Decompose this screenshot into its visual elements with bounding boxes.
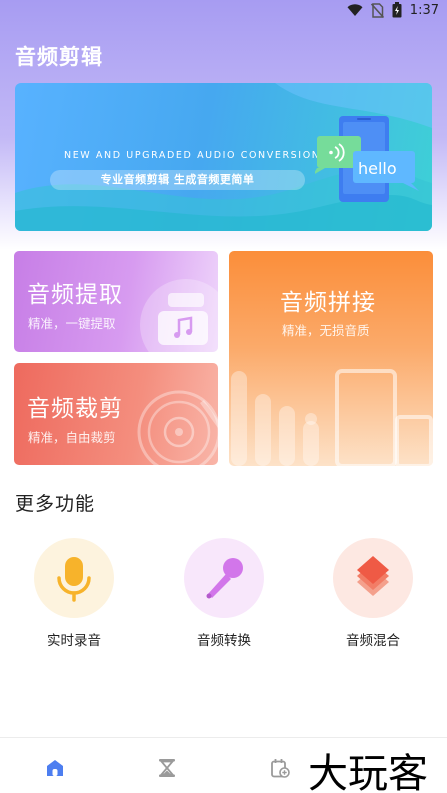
- banner-tagline: 专业音频剪辑 生成音频更简单: [50, 170, 305, 190]
- feature-label: 音频转换: [197, 633, 251, 649]
- layers-icon: [357, 556, 389, 596]
- tab-tasks[interactable]: [270, 758, 290, 782]
- calendar-add-icon: [271, 759, 290, 778]
- disc-icon: [137, 390, 218, 465]
- hourglass-icon: [159, 759, 175, 777]
- audio-extract-title: 音频提取: [27, 282, 123, 308]
- audio-extract-subtitle: 精准，一键提取: [28, 316, 116, 331]
- status-time: 1:37: [409, 2, 439, 18]
- audio-join-card[interactable]: 音频拼接 精准，无损音质: [229, 251, 433, 466]
- music-file-icon: [140, 279, 218, 352]
- tab-home[interactable]: [45, 758, 65, 782]
- status-icons: 1:37: [347, 2, 439, 18]
- audio-cut-title: 音频裁剪: [27, 396, 123, 422]
- tab-history[interactable]: [158, 758, 176, 782]
- more-features-title: 更多功能: [15, 493, 96, 515]
- microphone-icon: [57, 557, 91, 602]
- banner-headline: NEW AND UPGRADED AUDIO CONVERSION: [64, 150, 321, 161]
- audio-join-title: 音频拼接: [280, 290, 376, 316]
- watermark-logo: 大玩客: [308, 751, 428, 793]
- banner-bubble-text: hello: [358, 159, 397, 178]
- battery-icon: [392, 2, 402, 18]
- audio-cut-subtitle: 精准，自由裁剪: [28, 430, 116, 445]
- home-icon: [47, 760, 63, 776]
- no-sim-icon: [370, 2, 384, 18]
- feature-label: 音频混合: [346, 633, 400, 649]
- feature-icon-circle: [34, 538, 114, 618]
- page-title: 音频剪辑: [15, 45, 103, 69]
- feature-icon-circle: [184, 538, 264, 618]
- feature-icon-circle: [333, 538, 413, 618]
- promo-banner[interactable]: NEW AND UPGRADED AUDIO CONVERSION 专业音频剪辑…: [15, 83, 432, 231]
- karaoke-mic-icon: [206, 558, 243, 599]
- wifi-icon: [347, 3, 363, 16]
- audio-cut-card[interactable]: 音频裁剪 精准，自由裁剪: [14, 363, 218, 465]
- status-bar: 1:37: [0, 0, 447, 22]
- audio-join-subtitle: 精准，无损音质: [282, 323, 370, 338]
- audio-extract-card[interactable]: 音频提取 精准，一键提取: [14, 251, 218, 352]
- feature-label: 实时录音: [47, 633, 101, 649]
